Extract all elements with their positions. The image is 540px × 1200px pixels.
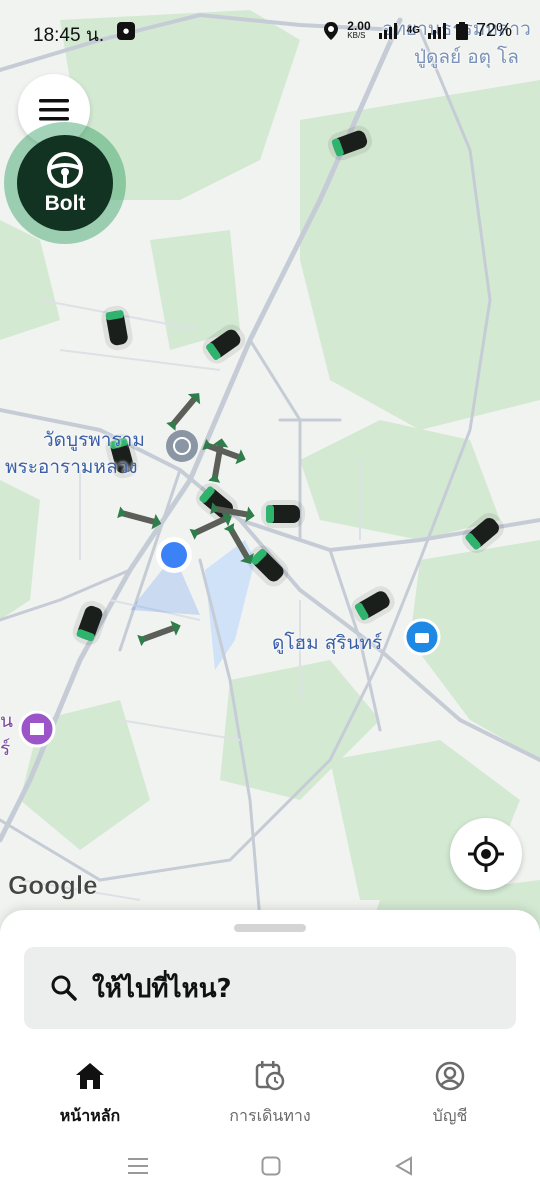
signal-icon <box>378 22 397 39</box>
battery-icon <box>455 21 468 40</box>
back-icon[interactable] <box>394 1156 414 1176</box>
building-poi-icon[interactable] <box>18 710 56 748</box>
shopping-poi-icon[interactable] <box>403 618 441 656</box>
tab-home[interactable]: หน้าหลัก <box>0 1056 180 1129</box>
tab-trips-label: การเดินทาง <box>229 1106 311 1125</box>
tab-account-label: บัญชี <box>432 1106 468 1125</box>
search-placeholder: ให้ไปที่ไหน? <box>92 973 232 1004</box>
tab-trips[interactable]: การเดินทาง <box>180 1056 360 1129</box>
status-bar: 18:45 น. ● 2.00 KB/S 4G 72% <box>0 14 540 50</box>
crosshair-icon <box>468 836 504 872</box>
hamburger-icon <box>39 99 69 121</box>
steering-wheel-icon <box>47 152 83 188</box>
map-label-left-edge-line1: น <box>0 710 13 732</box>
home-icon <box>76 1063 104 1089</box>
account-icon <box>435 1061 465 1091</box>
recents-icon[interactable] <box>128 1157 148 1175</box>
map-label-mall: ดูโฮม สุรินทร์ <box>272 632 383 654</box>
sheet-drag-handle[interactable] <box>234 924 306 932</box>
temple-poi-icon[interactable] <box>166 430 198 462</box>
network-type: 4G <box>406 25 420 36</box>
bolt-logo-text: Bolt <box>44 192 86 215</box>
data-speed: 2.00 KB/S <box>347 18 371 40</box>
nav-home-icon[interactable] <box>261 1156 281 1176</box>
user-location-dot <box>161 542 187 568</box>
my-location-button[interactable] <box>450 818 522 890</box>
signal-icon-2 <box>427 22 446 39</box>
car-marker-icon <box>261 500 305 528</box>
bottom-tabs: หน้าหลัก การเดินทาง บัญชี <box>0 1056 540 1136</box>
map-label-temple-line1: วัดบูรพาราม <box>43 429 145 451</box>
map-label-temple-line2: พระอารามหลวง <box>5 456 138 478</box>
battery-percent: 72% <box>475 20 512 40</box>
tab-home-label: หน้าหลัก <box>59 1106 121 1125</box>
map-label-left-edge-line2: ร์ <box>0 738 11 760</box>
bolt-notification-icon: ● <box>117 22 135 40</box>
google-attribution[interactable]: Google <box>8 870 98 901</box>
status-time: 18:45 น. <box>33 25 105 46</box>
tab-account[interactable]: บัญชี <box>360 1056 540 1129</box>
bolt-drive-button[interactable]: Bolt <box>17 135 113 231</box>
calendar-clock-icon <box>255 1061 285 1091</box>
location-pin-icon <box>324 21 339 40</box>
destination-search-box[interactable]: ให้ไปที่ไหน? <box>24 947 516 1029</box>
system-navigation-bar <box>0 1140 540 1200</box>
search-icon <box>51 975 77 1001</box>
